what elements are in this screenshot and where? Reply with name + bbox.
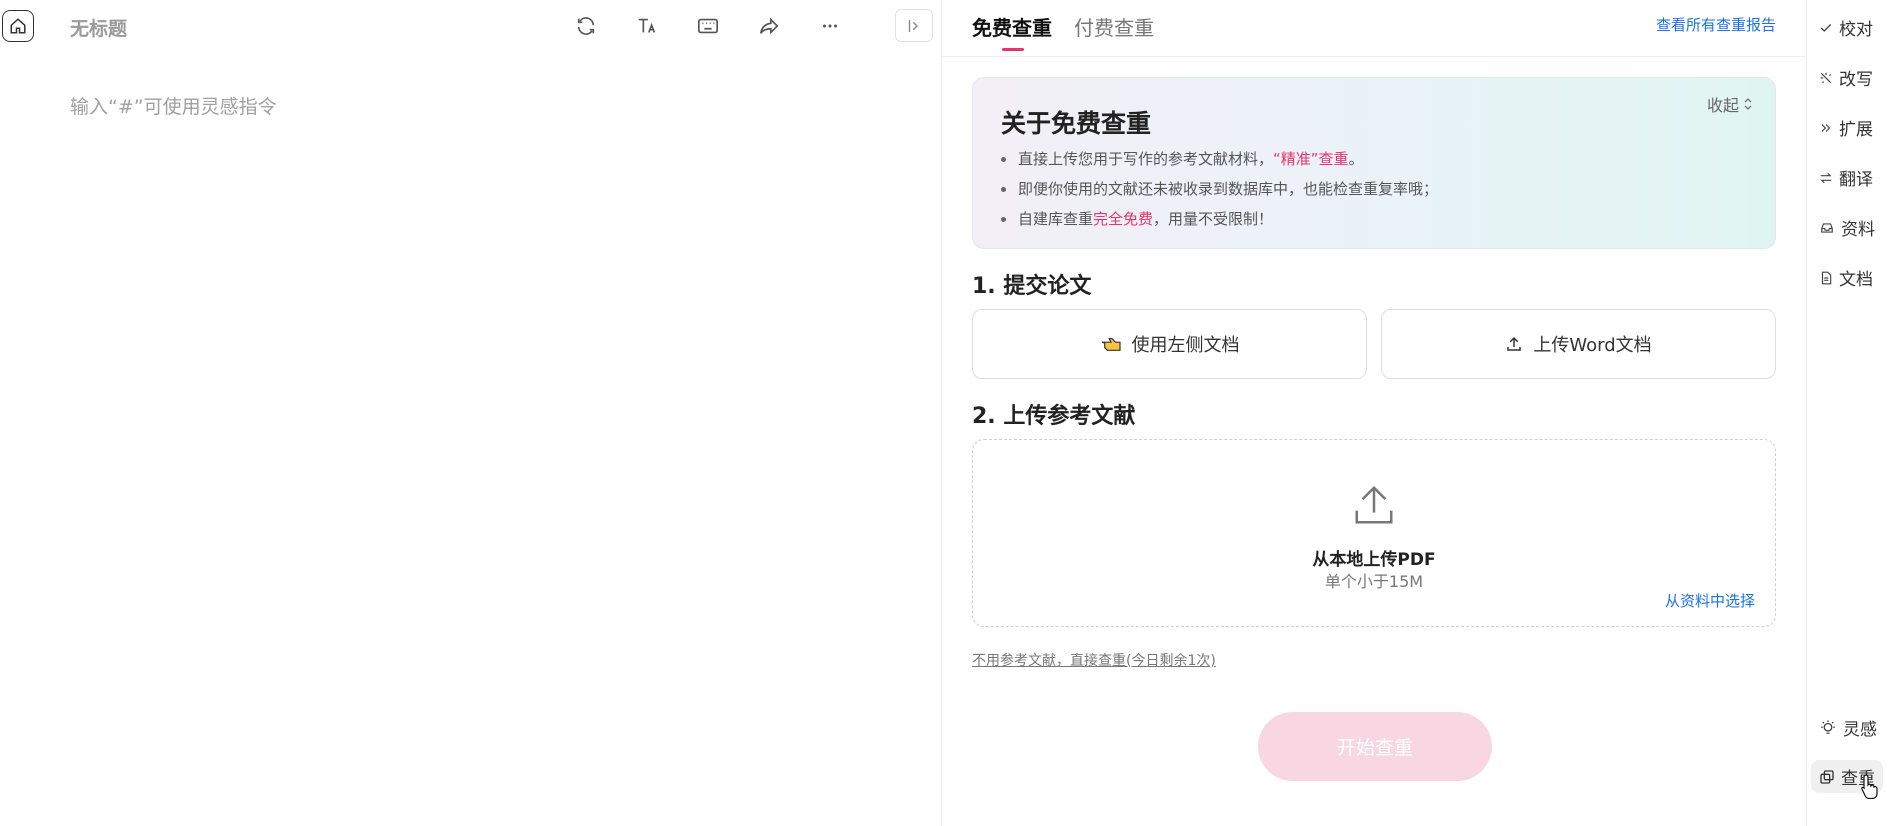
inbox-icon (1821, 222, 1833, 233)
editor-toolbar (555, 10, 860, 42)
font-size-button[interactable] (616, 10, 677, 42)
step2-title: 2. 上传参考文献 (972, 404, 1136, 429)
more-icon (822, 24, 837, 28)
upload-arrow-icon (1355, 485, 1393, 524)
collapse-info-button[interactable]: 收起 (1707, 92, 1753, 116)
tab-paid-check[interactable]: 付费查重 (1074, 12, 1154, 51)
sidebar-item-rewrite[interactable]: 改写 (1819, 65, 1873, 90)
keyboard-icon (697, 18, 718, 34)
list-item: 即便你使用的文献还未被收录到数据库中，也能检查重复率哦； (1001, 174, 1438, 204)
editor-area: 无标题 输入“#”可使用灵感指令 (0, 0, 942, 826)
file-icon (1821, 271, 1832, 284)
chevron-up-down-icon (1744, 98, 1752, 110)
sidebar-item-proofread[interactable]: 校对 (1819, 15, 1873, 40)
sidebar-item-expand[interactable]: 扩展 (1819, 115, 1873, 140)
check-icon (1820, 23, 1832, 32)
sidebar-item-translate[interactable]: 翻译 (1819, 165, 1873, 190)
sidebar-item-materials[interactable]: 资料 (1819, 215, 1875, 240)
text-size-icon (638, 18, 655, 33)
collapse-panel-button[interactable] (895, 9, 933, 42)
info-card: 关于免费查重 收起 直接上传您用于写作的参考文献材料， “精准”查重。 即便你使用… (972, 77, 1776, 249)
start-check-button[interactable]: 开始查重 (1258, 712, 1492, 781)
list-item: 自建库查重 完全免费 ，用量不受限制！ (1001, 204, 1438, 234)
info-title: 关于免费查重 (1001, 109, 1152, 138)
refresh-icon (577, 17, 594, 35)
step1-title: 1. 提交论文 (972, 274, 1092, 299)
collapse-label: 收起 (1706, 96, 1739, 115)
plagiarism-panel: 免费查重 付费查重 查看所有查重报告 关于免费查重 收起 直接上传您用于写作的参… (942, 0, 1806, 826)
use-left-doc-label: 使用左侧文档 (1131, 335, 1240, 356)
panel-tabs: 免费查重 付费查重 (972, 12, 1154, 51)
right-sidebar: 校对 改写 扩展 翻译 资料 文档 灵感 查重 (1807, 0, 1895, 826)
copy-icon (1820, 769, 1834, 784)
sidebar-item-documents[interactable]: 文档 (1819, 265, 1873, 290)
editor-placeholder[interactable]: 输入“#”可使用灵感指令 (70, 92, 277, 119)
tab-free-check[interactable]: 免费查重 (972, 12, 1052, 51)
swap-icon (1820, 172, 1832, 183)
keyboard-button[interactable] (677, 10, 738, 42)
panel-header-divider (942, 56, 1806, 57)
document-title[interactable]: 无标题 (70, 14, 127, 41)
mouse-cursor-icon (1861, 774, 1878, 799)
share-icon (759, 17, 778, 35)
refresh-button[interactable] (555, 10, 616, 42)
sidebar-item-inspiration[interactable]: 灵感 (1819, 715, 1877, 740)
pointing-hand-icon (1101, 338, 1121, 351)
upload-word-label: 上传Word文档 (1533, 335, 1652, 356)
share-button[interactable] (738, 10, 799, 42)
app-root: 无标题 输入“#”可使用灵感指令 免费查重 付费查重 查看所有查重报告 关于免费… (0, 0, 1895, 826)
home-button[interactable] (2, 10, 34, 42)
upload-size-hint: 单个小于15M (1324, 572, 1424, 591)
upload-word-button[interactable]: 上传Word文档 (1381, 309, 1776, 379)
list-item: 直接上传您用于写作的参考文献材料， “精准”查重。 (1001, 144, 1438, 174)
more-button[interactable] (799, 10, 860, 42)
upload-main-text: 从本地上传PDF (1312, 550, 1436, 570)
select-from-library-link[interactable]: 从资料中选择 (1665, 590, 1755, 611)
double-chevron-icon (1821, 123, 1831, 132)
all-reports-link[interactable]: 查看所有查重报告 (1656, 14, 1776, 35)
sparkle-icon (1820, 72, 1832, 83)
home-icon (10, 18, 26, 34)
panel-toggle-icon (908, 19, 918, 32)
bulb-icon (1821, 720, 1835, 734)
skip-references-link[interactable]: 不用参考文献，直接查重(今日剩余1次) (972, 650, 1216, 670)
use-left-doc-button[interactable]: 使用左侧文档 (972, 309, 1367, 379)
pdf-upload-dropzone[interactable]: 从本地上传PDF 单个小于15M 从资料中选择 (972, 439, 1776, 627)
upload-icon (1507, 336, 1522, 351)
info-list: 直接上传您用于写作的参考文献材料， “精准”查重。 即便你使用的文献还未被收录到数… (1001, 144, 1438, 234)
